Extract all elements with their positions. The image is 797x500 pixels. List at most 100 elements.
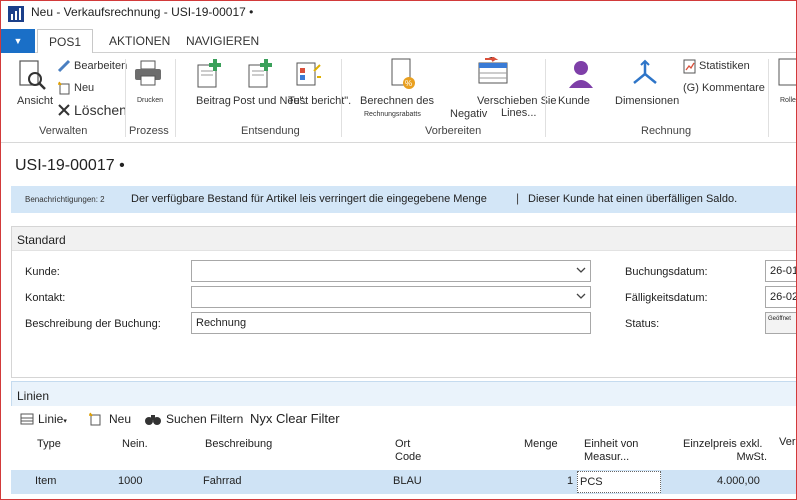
group-verwalten: Verwalten (39, 125, 88, 137)
beitrag-button[interactable]: Beitrag (196, 95, 231, 107)
faelligkeitsdatum-label: Fälligkeitsdatum: (625, 292, 708, 304)
kontakt-field[interactable] (191, 286, 591, 308)
faelligkeitsdatum-value: 26-02 (770, 291, 797, 303)
bearbeiten-button[interactable]: Bearbeiten (74, 60, 127, 72)
role-icon[interactable] (777, 57, 797, 87)
neu-button[interactable]: Neu (74, 82, 94, 94)
beschreibung-value: Rechnung (196, 317, 247, 329)
loeschen-button[interactable]: Löschen (74, 103, 127, 118)
buchungsdatum-value: 26-01 (770, 265, 797, 277)
cell-type[interactable]: Item (35, 475, 56, 487)
ribbon: Ansicht Bearbeiten Neu Löschen Verwalten… (1, 53, 797, 143)
status-value: Geöffnet (768, 316, 791, 322)
faelligkeitsdatum-field[interactable]: 26-02 (765, 286, 797, 308)
group-divider (125, 59, 126, 137)
cell-nein[interactable]: 1000 (118, 475, 142, 487)
suchen-button[interactable]: Suchen (166, 410, 207, 428)
test-report-icon[interactable] (294, 59, 324, 89)
linie-menu-button[interactable]: Linie▾ (38, 410, 67, 428)
notification-inventory[interactable]: Der verfügbare Bestand für Artikel leis … (131, 193, 487, 205)
linien-section-header[interactable]: Linien (11, 382, 796, 406)
col-type[interactable]: Type (37, 438, 61, 451)
einheit-input[interactable]: PCS (577, 471, 661, 493)
kunde-button[interactable]: Kunde (558, 95, 590, 107)
group-divider (545, 59, 546, 137)
pencil-icon (57, 59, 71, 73)
dimensionen-button[interactable]: Dimensionen (615, 95, 679, 107)
move-lines-icon[interactable] (477, 57, 509, 87)
col-nein[interactable]: Nein. (122, 438, 148, 451)
berechnen-button[interactable]: Berechnen des (360, 95, 434, 107)
standard-section-header[interactable]: Standard (12, 227, 796, 251)
ribbon-tabs: ▼ POS1 AKTIONEN NAVIGIEREN (1, 29, 796, 54)
linie-label: Linie (38, 412, 64, 426)
binoculars-icon (145, 415, 161, 425)
col-einheit-line1: Einheit von (584, 438, 639, 450)
chevron-down-icon[interactable] (575, 289, 587, 303)
cell-einheit: PCS (580, 476, 603, 488)
cell-beschreibung[interactable]: Fahrrad (203, 475, 242, 487)
negativ-button[interactable]: Negativ (450, 108, 487, 120)
rolle-button[interactable]: Rollen (780, 95, 796, 107)
status-label: Status: (625, 318, 660, 330)
tab-navigieren[interactable]: NAVIGIEREN (186, 29, 259, 53)
col-ort-line2: Code (395, 451, 422, 463)
col-ort-line1: Ort (395, 438, 411, 450)
statistiken-button[interactable]: Statistiken (699, 60, 750, 72)
chevron-down-icon[interactable] (575, 263, 587, 277)
drucken-button[interactable]: Drucken (137, 95, 163, 107)
col-more[interactable]: Vera (779, 436, 796, 449)
test-bericht-button[interactable]: Test bericht". (288, 95, 351, 107)
group-divider (341, 59, 342, 137)
col-einheit[interactable]: Einheit von Measur... (584, 438, 638, 464)
group-entsendung: Entsendung (241, 125, 300, 137)
group-rechnung: Rechnung (641, 125, 692, 137)
kontakt-label: Kontakt: (25, 292, 66, 304)
post-icon[interactable] (195, 57, 223, 89)
col-einheit-line2: Measur... (584, 451, 630, 463)
cell-ort[interactable]: BLAU (393, 475, 422, 487)
kunde-label: Kunde: (25, 266, 60, 278)
table-row[interactable]: Item 1000 Fahrrad BLAU 1 PCS 4.000,00 (11, 470, 796, 494)
notification-bar: Benachrichtigungen: 2 Der verfügbare Bes… (11, 186, 796, 213)
col-menge[interactable]: Menge (524, 438, 558, 451)
notification-overdue-balance[interactable]: Dieser Kunde hat einen überfälligen Sald… (528, 193, 737, 205)
delete-icon (58, 104, 70, 116)
group-divider (175, 59, 176, 137)
nyx-clear-filter-button[interactable]: Nyx Clear Filter (250, 410, 340, 428)
lines-label: Lines... (501, 107, 537, 119)
standard-heading: Standard (17, 233, 66, 247)
group-vorbereiten: Vorbereiten (425, 125, 482, 137)
col-ort[interactable]: Ort Code (395, 438, 421, 464)
status-field: Geöffnet (765, 312, 796, 334)
cell-menge[interactable]: 1 (567, 475, 573, 487)
col-beschreibung[interactable]: Beschreibung (205, 438, 272, 451)
tab-aktionen[interactable]: AKTIONEN (109, 29, 170, 53)
neu-line-button[interactable]: Neu (109, 410, 131, 428)
ansicht-button[interactable]: Ansicht (17, 95, 53, 107)
statistics-icon (683, 59, 696, 74)
printer-icon[interactable] (133, 59, 163, 87)
kommentare-button[interactable]: (G) Kommentare (683, 82, 765, 94)
post-and-new-icon[interactable] (246, 57, 274, 89)
buchungsdatum-field[interactable]: 26-01 (765, 260, 797, 282)
cell-einzelpreis[interactable]: 4.000,00 (717, 475, 760, 487)
kunde-field[interactable] (191, 260, 591, 282)
linien-heading: Linien (17, 389, 50, 403)
new-line-icon (89, 412, 101, 426)
invoice-discount-icon[interactable]: % (389, 57, 417, 91)
notification-separator: | (516, 191, 520, 205)
dimensions-icon[interactable] (630, 59, 660, 89)
buchungsdatum-label: Buchungsdatum: (625, 266, 708, 278)
tab-pos1[interactable]: POS1 (37, 29, 93, 54)
svg-text:%: % (405, 79, 412, 88)
col-einzelpreis[interactable]: Einzelpreis exkl. MwSt. (683, 438, 767, 464)
group-prozess: Prozess (129, 125, 169, 137)
view-icon[interactable] (17, 59, 47, 91)
filtern-button[interactable]: Filtern (210, 410, 243, 428)
post-und-neu-button[interactable]: Post und Neu". (233, 95, 307, 107)
customer-icon[interactable] (567, 59, 595, 89)
beschreibung-field[interactable]: Rechnung (191, 312, 591, 334)
app-menu-button[interactable]: ▼ (1, 29, 35, 53)
page-title: USI-19-00017 • (15, 157, 125, 174)
